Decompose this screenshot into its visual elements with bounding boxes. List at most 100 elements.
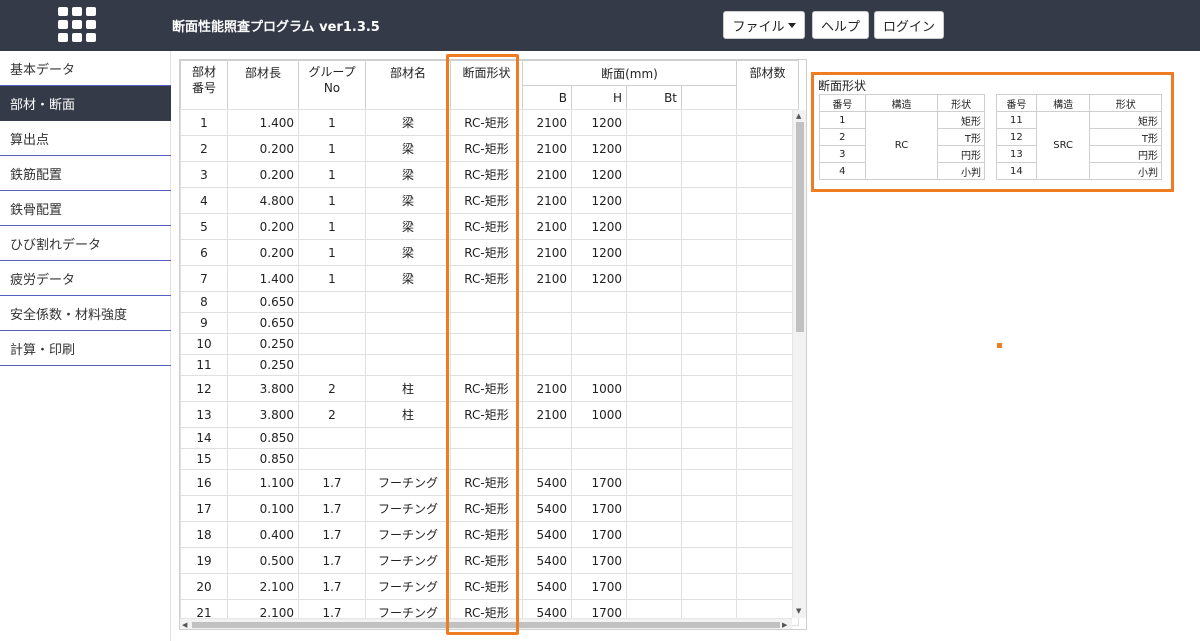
cell-cnt[interactable] [736, 213, 799, 240]
cell-b[interactable] [522, 291, 572, 313]
cell-len[interactable]: 0.200 [227, 135, 299, 162]
cell-grp[interactable]: 1 [298, 213, 366, 240]
cell-t[interactable] [681, 239, 737, 266]
cell-name[interactable] [365, 333, 451, 355]
cell-len[interactable]: 0.200 [227, 161, 299, 188]
cell-name[interactable]: フーチング [365, 521, 451, 548]
cell-cnt[interactable] [736, 448, 799, 470]
cell-cnt[interactable] [736, 161, 799, 188]
cell-name[interactable] [365, 427, 451, 449]
cell-len[interactable]: 1.100 [227, 469, 299, 496]
cell-bt[interactable] [626, 401, 682, 428]
col-header-h[interactable]: H [571, 85, 627, 110]
cell-t[interactable] [681, 375, 737, 402]
sidebar-item-fatigue-data[interactable]: 疲労データ [0, 261, 171, 296]
cell-h[interactable]: 1700 [571, 469, 627, 496]
cell-b[interactable]: 5400 [522, 521, 572, 548]
cell-len[interactable]: 0.650 [227, 291, 299, 313]
cell-len[interactable]: 4.800 [227, 187, 299, 214]
cell-bt[interactable] [626, 375, 682, 402]
cell-name[interactable]: フーチング [365, 469, 451, 496]
cell-cnt[interactable] [736, 312, 799, 334]
cell-len[interactable]: 0.200 [227, 213, 299, 240]
cell-t[interactable] [681, 187, 737, 214]
cell-name[interactable] [365, 312, 451, 334]
cell-name[interactable]: 柱 [365, 375, 451, 402]
cell-grp[interactable] [298, 333, 366, 355]
cell-cnt[interactable] [736, 521, 799, 548]
cell-grp[interactable]: 1.7 [298, 495, 366, 522]
cell-t[interactable] [681, 547, 737, 574]
cell-h[interactable]: 1700 [571, 547, 627, 574]
cell-h[interactable]: 1700 [571, 495, 627, 522]
cell-no[interactable]: 8 [180, 291, 228, 313]
cell-b[interactable] [522, 312, 572, 334]
cell-h[interactable]: 1700 [571, 573, 627, 600]
cell-b[interactable]: 2100 [522, 109, 572, 136]
cell-bt[interactable] [626, 291, 682, 313]
cell-t[interactable] [681, 161, 737, 188]
cell-bt[interactable] [626, 135, 682, 162]
cell-cnt[interactable] [736, 291, 799, 313]
cell-b[interactable]: 5400 [522, 573, 572, 600]
cell-grp[interactable] [298, 448, 366, 470]
cell-h[interactable] [571, 427, 627, 449]
cell-name[interactable]: 柱 [365, 401, 451, 428]
cell-bt[interactable] [626, 239, 682, 266]
cell-grp[interactable]: 1 [298, 135, 366, 162]
cell-cnt[interactable] [736, 135, 799, 162]
cell-grp[interactable]: 1 [298, 265, 366, 292]
cell-no[interactable]: 7 [180, 265, 228, 292]
cell-name[interactable]: 梁 [365, 265, 451, 292]
sidebar-item-rebar[interactable]: 鉄筋配置 [0, 156, 171, 191]
vertical-scrollbar[interactable]: ▲ ▼ [792, 110, 806, 618]
cell-t[interactable] [681, 469, 737, 496]
cell-b[interactable] [522, 448, 572, 470]
sidebar-item-members-sections[interactable]: 部材・断面 [0, 86, 171, 121]
cell-grp[interactable] [298, 312, 366, 334]
cell-t[interactable] [681, 312, 737, 334]
cell-no[interactable]: 3 [180, 161, 228, 188]
col-header-name[interactable]: 部材名 [365, 60, 451, 110]
sidebar-item-calc-print[interactable]: 計算・印刷 [0, 331, 171, 366]
cell-grp[interactable]: 1 [298, 187, 366, 214]
cell-cnt[interactable] [736, 333, 799, 355]
cell-bt[interactable] [626, 427, 682, 449]
cell-t[interactable] [681, 521, 737, 548]
cell-bt[interactable] [626, 161, 682, 188]
cell-bt[interactable] [626, 495, 682, 522]
cell-no[interactable]: 11 [180, 354, 228, 376]
cell-len[interactable]: 1.400 [227, 265, 299, 292]
cell-b[interactable]: 2100 [522, 161, 572, 188]
cell-b[interactable]: 2100 [522, 135, 572, 162]
cell-bt[interactable] [626, 312, 682, 334]
cell-grp[interactable]: 1.7 [298, 521, 366, 548]
cell-bt[interactable] [626, 187, 682, 214]
cell-h[interactable]: 1200 [571, 239, 627, 266]
cell-h[interactable] [571, 354, 627, 376]
cell-t[interactable] [681, 265, 737, 292]
cell-grp[interactable]: 2 [298, 401, 366, 428]
cell-cnt[interactable] [736, 354, 799, 376]
cell-b[interactable]: 2100 [522, 213, 572, 240]
cell-t[interactable] [681, 448, 737, 470]
cell-h[interactable]: 1000 [571, 401, 627, 428]
cell-cnt[interactable] [736, 547, 799, 574]
cell-t[interactable] [681, 354, 737, 376]
col-header-b[interactable]: B [522, 85, 572, 110]
cell-b[interactable] [522, 427, 572, 449]
cell-bt[interactable] [626, 573, 682, 600]
scroll-right-icon[interactable]: ▶ [782, 621, 787, 629]
cell-cnt[interactable] [736, 427, 799, 449]
cell-bt[interactable] [626, 521, 682, 548]
cell-len[interactable]: 0.250 [227, 354, 299, 376]
cell-grp[interactable] [298, 354, 366, 376]
cell-h[interactable]: 1200 [571, 213, 627, 240]
sidebar-item-basic-data[interactable]: 基本データ [0, 51, 171, 86]
cell-h[interactable] [571, 333, 627, 355]
cell-no[interactable]: 4 [180, 187, 228, 214]
cell-b[interactable]: 5400 [522, 469, 572, 496]
cell-grp[interactable]: 2 [298, 375, 366, 402]
cell-h[interactable]: 1200 [571, 135, 627, 162]
col-header-member-no[interactable]: 部材 番号 [180, 60, 228, 110]
